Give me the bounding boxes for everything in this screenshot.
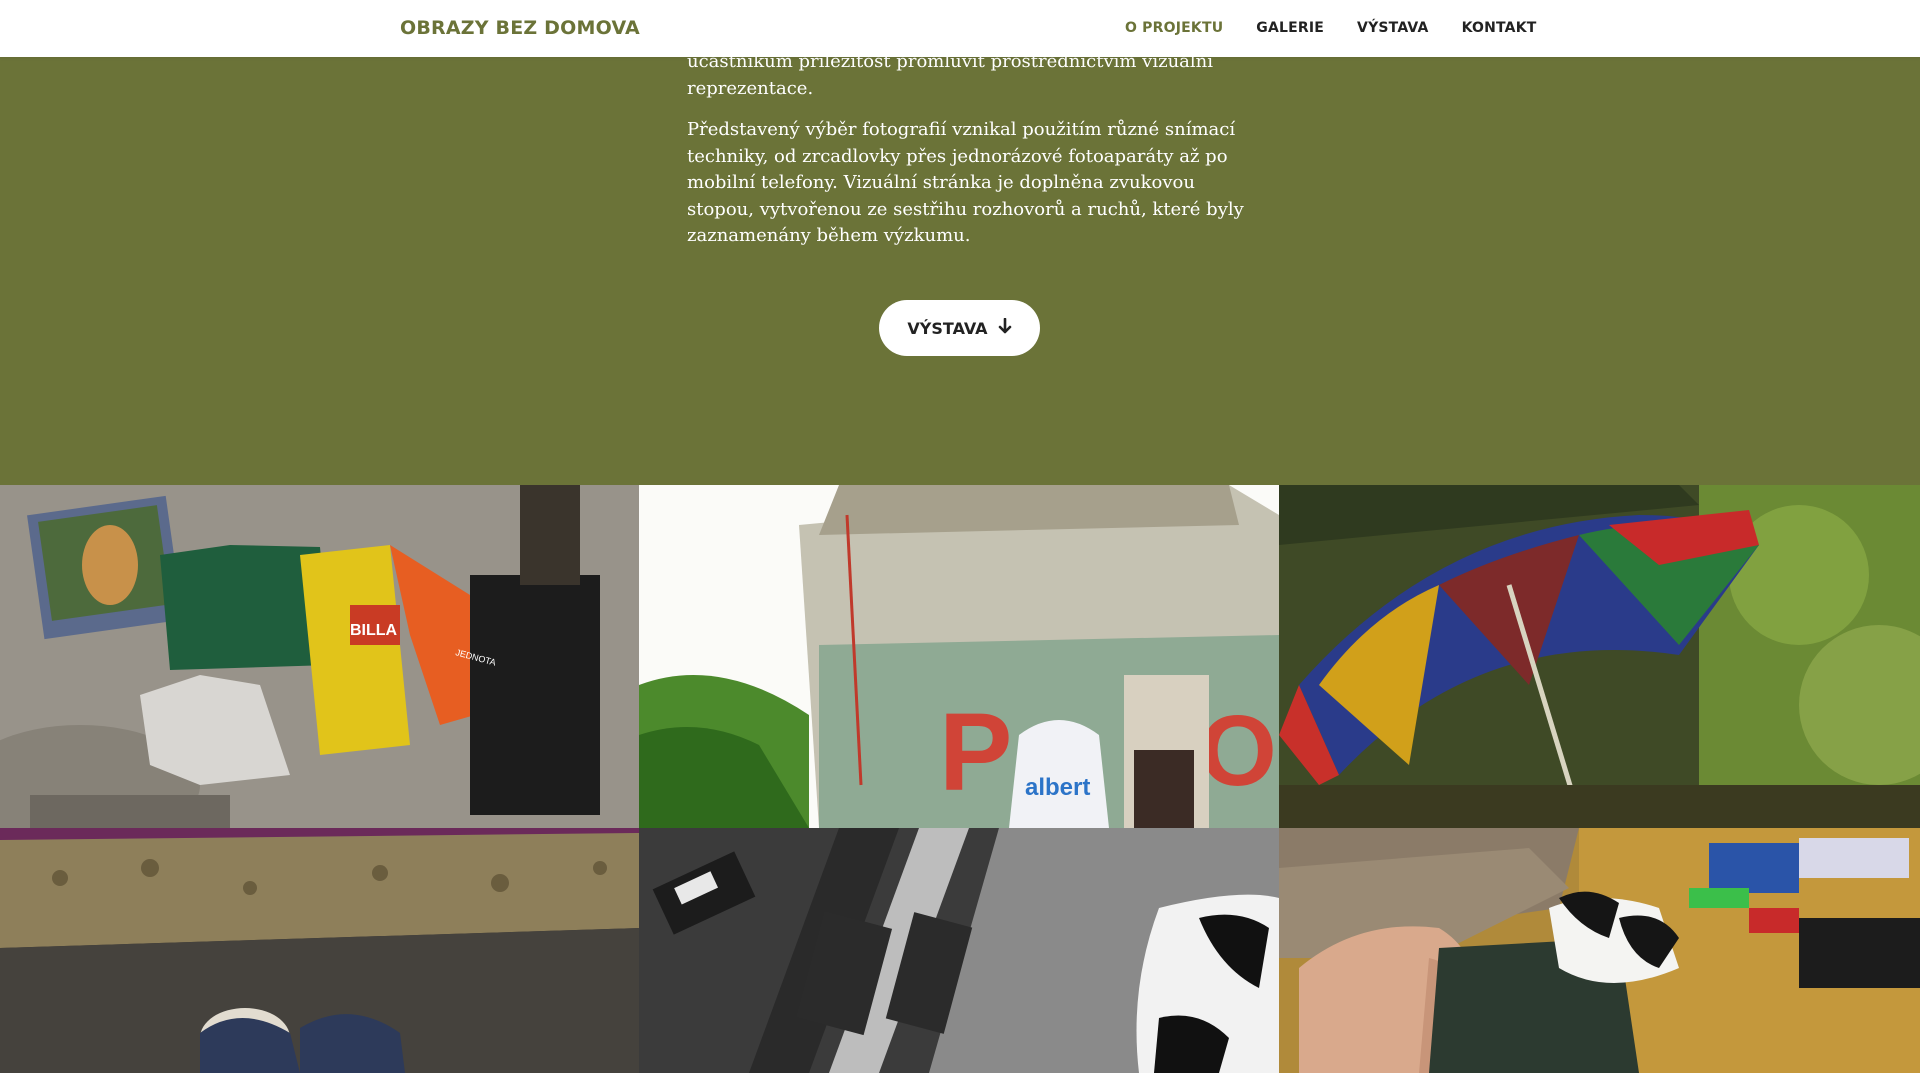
nav-item-o-projektu[interactable]: O PROJEKTU xyxy=(1125,20,1223,36)
graffiti-letter-1: P xyxy=(939,691,1012,814)
graffiti-letter-2: O xyxy=(1199,695,1277,807)
photo-cat-rails-bw-image xyxy=(639,828,1279,1073)
photo-umbrella-camp[interactable] xyxy=(1279,485,1920,828)
photo-bags-wall[interactable]: BILLA JEDNOTA xyxy=(0,485,639,828)
exhibition-button[interactable]: VÝSTAVA xyxy=(879,300,1040,356)
photo-cat-rails-bw[interactable] xyxy=(639,828,1279,1073)
photo-gallery: BILLA JEDNOTA P O albert xyxy=(0,485,1920,1073)
nav-item-vystava[interactable]: VÝSTAVA xyxy=(1357,20,1429,36)
photo-bags-wall-image: BILLA JEDNOTA xyxy=(0,485,639,828)
photo-shoes-floor[interactable] xyxy=(0,828,639,1073)
photo-shoes-floor-image xyxy=(0,828,639,1073)
hero-section: účastníkům příležitost promluvit prostře… xyxy=(0,0,1920,485)
nav-item-galerie[interactable]: GALERIE xyxy=(1256,20,1324,36)
photo-umbrella-camp-image xyxy=(1279,485,1920,828)
bag-logo-text: albert xyxy=(1025,774,1090,801)
photo-hand-kitten-image xyxy=(1279,828,1920,1073)
photo-pillar-graffiti[interactable]: P O albert xyxy=(639,485,1279,828)
hero-paragraph-2: Představený výběr fotografií vznikal pou… xyxy=(687,119,1244,246)
site-logo[interactable]: OBRAZY BEZ DOMOVA xyxy=(400,17,640,39)
nav-menu: O PROJEKTU GALERIE VÝSTAVA KONTAKT xyxy=(1125,20,1570,36)
arrow-down-icon xyxy=(998,317,1012,338)
hero-description: účastníkům příležitost promluvit prostře… xyxy=(687,49,1247,265)
top-navbar: OBRAZY BEZ DOMOVA O PROJEKTU GALERIE VÝS… xyxy=(0,0,1920,57)
photo-pillar-graffiti-image: P O albert xyxy=(639,485,1279,828)
exhibition-button-label: VÝSTAVA xyxy=(907,318,988,338)
nav-item-kontakt[interactable]: KONTAKT xyxy=(1462,20,1537,36)
photo-hand-kitten[interactable] xyxy=(1279,828,1920,1073)
bag-logo-text: BILLA xyxy=(350,622,398,639)
